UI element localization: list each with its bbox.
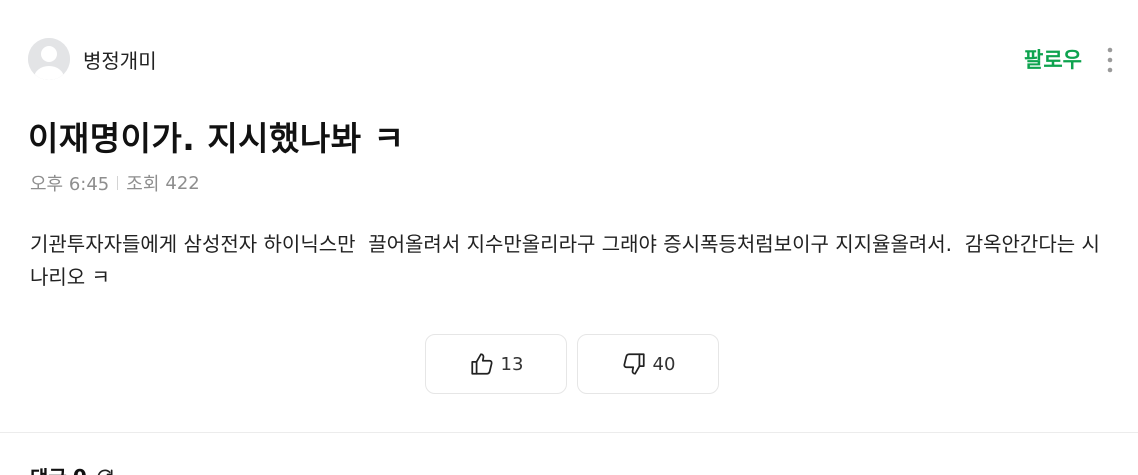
post-body: 기관투자자들에게 삼성전자 하이닉스만 끌어올려서 지수만올리라구 그래야 증시…	[30, 232, 1100, 289]
dislike-count: 40	[652, 353, 676, 375]
comment-header: 댓글 0	[30, 462, 115, 475]
comment-count: 0	[73, 465, 87, 475]
post-page: 병정개미 팔로우 이재명이가. 지시했나봐 ㅋ 오후 6:45 조회 422 기…	[0, 0, 1138, 475]
thumbs-up-icon	[470, 353, 493, 375]
views-count: 422	[165, 172, 200, 194]
thumbs-down-icon	[622, 353, 645, 375]
like-count: 13	[500, 353, 524, 375]
section-divider	[0, 432, 1138, 433]
author-name[interactable]: 병정개미	[83, 45, 157, 74]
post-time: 오후 6:45	[30, 174, 110, 195]
author-info[interactable]: 병정개미	[28, 38, 157, 80]
post-meta: 오후 6:45 조회 422	[30, 170, 200, 196]
default-avatar-icon[interactable]	[28, 38, 70, 80]
comment-label: 댓글	[30, 462, 67, 475]
refresh-icon[interactable]	[95, 467, 115, 475]
follow-button[interactable]: 팔로우	[1024, 44, 1082, 74]
more-options-icon[interactable]	[1104, 46, 1116, 74]
post-title: 이재명이가. 지시했나봐 ㅋ	[28, 119, 405, 158]
views-label: 조회	[126, 174, 160, 195]
vote-buttons: 13 40	[425, 334, 719, 394]
like-button[interactable]: 13	[425, 334, 567, 394]
meta-divider	[117, 176, 119, 190]
dislike-button[interactable]: 40	[577, 334, 719, 394]
